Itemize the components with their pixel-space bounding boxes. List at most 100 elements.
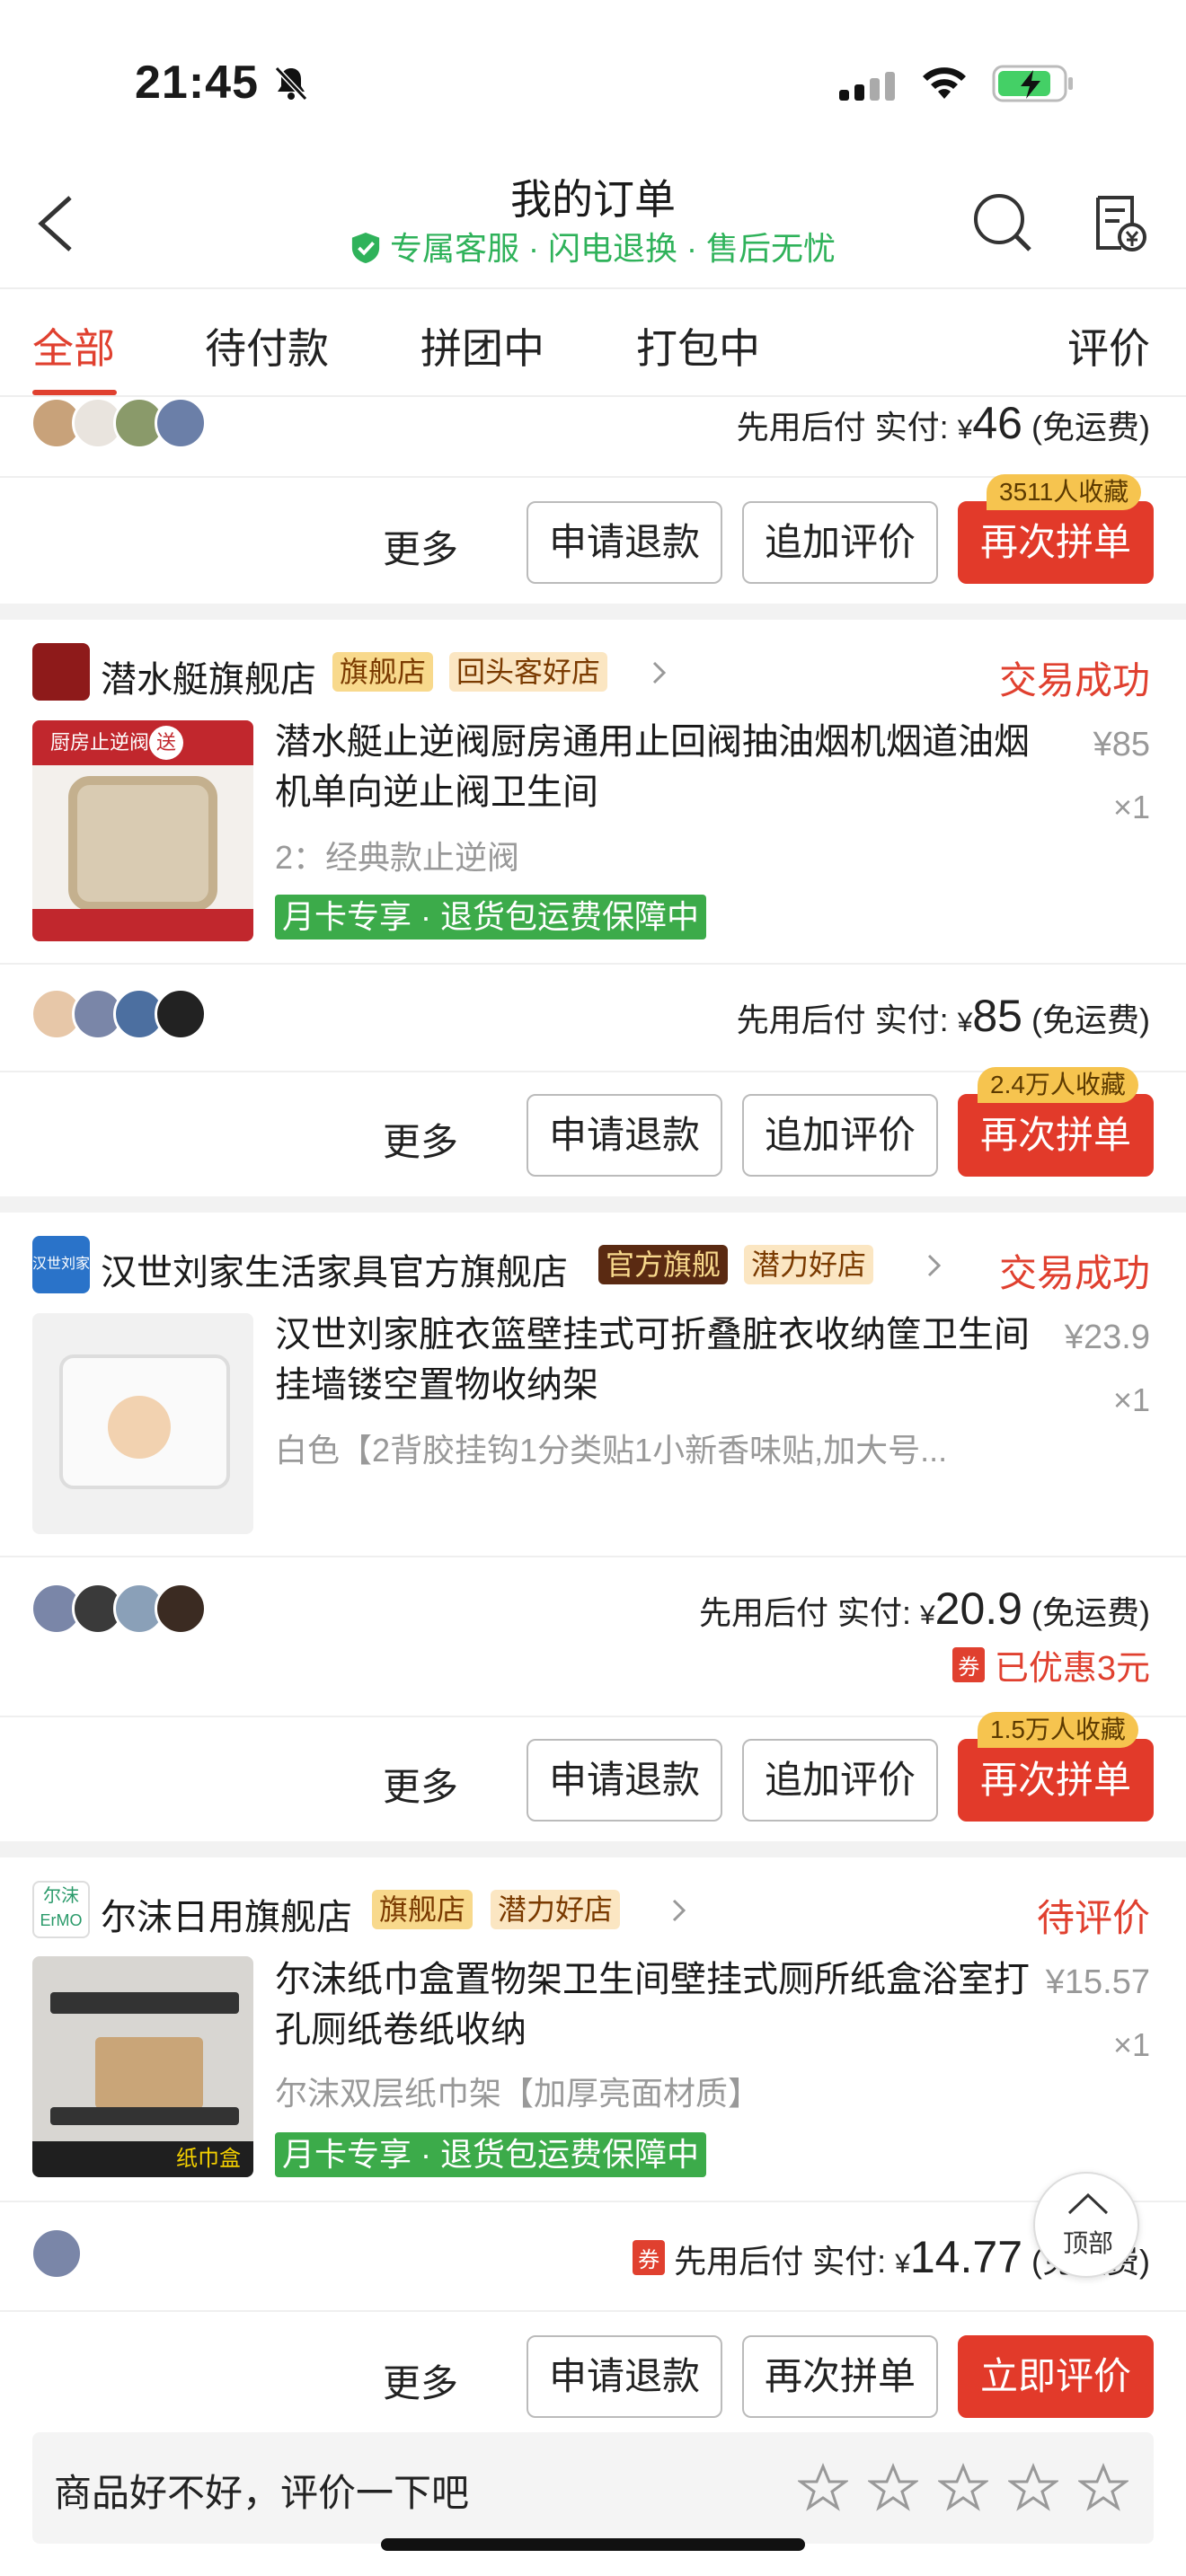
reorder-button[interactable]: 再次拼单 — [958, 501, 1154, 584]
store-name[interactable]: 潜水艇旗舰店 — [101, 650, 316, 702]
product-price: ¥85 — [1093, 726, 1150, 763]
product-price: ¥15.57 — [1045, 1963, 1150, 2001]
discount-note: 券 已优惠3元 — [952, 1640, 1150, 1689]
top-button-label: 顶部 — [1062, 2229, 1113, 2257]
product-variant: 尔沫双层纸巾架【加厚亮面材质】 — [275, 2075, 761, 2112]
shipping-note: (免运费) — [1031, 409, 1150, 446]
star-icon-4[interactable] — [1008, 2463, 1058, 2513]
thumb-footer: 纸巾盒 — [32, 2141, 253, 2177]
pay-label: 先用后付 实付: — [736, 409, 958, 446]
product-title[interactable]: 尔沫纸巾盒置物架卫生间壁挂式厕所纸盒浴室打孔厕纸卷纸收纳 — [275, 1954, 1030, 2055]
star-icon-2[interactable] — [868, 2463, 918, 2513]
store-name[interactable]: 尔沫日用旗舰店 — [101, 1888, 352, 1940]
pay-label: 先用后付 实付: — [698, 1594, 920, 1631]
refund-button[interactable]: 申请退款 — [527, 1094, 722, 1177]
tab-review[interactable]: 评价 — [1067, 316, 1150, 375]
order-separator — [0, 604, 1186, 620]
star-icon-5[interactable] — [1078, 2463, 1128, 2513]
pay-amount: 46 — [972, 398, 1022, 448]
add-review-button[interactable]: 追加评价 — [742, 1739, 938, 1822]
discount-text: 已优惠3元 — [994, 1650, 1150, 1688]
store-logo[interactable] — [32, 643, 90, 701]
payment-summary: 先用后付 实付: ¥20.9 (免运费) — [699, 1583, 1150, 1635]
order-separator — [0, 1196, 1186, 1213]
bill-icon[interactable] — [1091, 194, 1148, 253]
review-now-button[interactable]: 立即评价 — [958, 2335, 1154, 2418]
shelf-bottom — [50, 2107, 239, 2125]
reorder-button[interactable]: 再次拼单 — [742, 2335, 938, 2418]
tab-all[interactable]: 全部 — [32, 316, 115, 375]
valve-image — [68, 776, 217, 911]
refund-button[interactable]: 申请退款 — [527, 2335, 722, 2418]
pay-label: 先用后付 实付: — [674, 2243, 896, 2280]
product-quantity: ×1 — [1112, 1381, 1150, 1418]
avatar — [155, 397, 207, 449]
reorder-button[interactable]: 再次拼单 — [958, 1094, 1154, 1177]
status-time: 21:45 — [135, 57, 259, 109]
tab-group-buying[interactable]: 拼团中 — [420, 316, 544, 375]
more-button[interactable]: 更多 — [383, 519, 458, 574]
scroll-to-top-button[interactable]: 顶部 — [1033, 2172, 1139, 2278]
more-button[interactable]: 更多 — [383, 2353, 458, 2408]
flagship-badge: 旗舰店 — [372, 1890, 474, 1929]
divider — [0, 963, 1186, 965]
shipping-note: (免运费) — [1031, 1001, 1150, 1038]
buyer-avatars — [31, 2228, 88, 2285]
refund-button[interactable]: 申请退款 — [527, 501, 722, 584]
reorder-button[interactable]: 再次拼单 — [958, 1739, 1154, 1822]
shield-check-icon — [351, 233, 380, 263]
tab-packing[interactable]: 打包中 — [636, 316, 760, 375]
product-thumbnail[interactable]: 厨房止逆阀 送 — [32, 720, 253, 941]
avatar — [155, 1583, 207, 1635]
product-thumbnail[interactable] — [32, 1313, 253, 1534]
shipping-note: (免运费) — [1031, 1594, 1150, 1631]
chevron-up-icon — [1067, 2192, 1109, 2215]
store-logo[interactable]: 汉世刘家 — [32, 1236, 90, 1293]
order-status: 待评价 — [1036, 1897, 1150, 1939]
star-icon-1[interactable] — [798, 2463, 848, 2513]
more-button[interactable]: 更多 — [383, 1112, 458, 1167]
product-thumbnail[interactable]: 纸巾盒 — [32, 1956, 253, 2177]
pay-label: 先用后付 实付: — [736, 1001, 958, 1038]
add-review-button[interactable]: 追加评价 — [742, 1094, 938, 1177]
star-icon-3[interactable] — [938, 2463, 988, 2513]
store-tag-badge: 潜力好店 — [744, 1245, 874, 1284]
product-title[interactable]: 汉世刘家脏衣篮壁挂式可折叠脏衣收纳筐卫生间挂墙镂空置物收纳架 — [275, 1310, 1030, 1410]
official-flagship-badge: 官方旗舰 — [598, 1245, 729, 1284]
store-tag-badge: 回头客好店 — [449, 652, 608, 692]
currency: ¥ — [957, 1008, 973, 1037]
store-name[interactable]: 汉世刘家生活家具官方旗舰店 — [101, 1243, 568, 1295]
store-logo[interactable]: 尔沫 ErMO — [32, 1881, 90, 1938]
tab-pending-payment[interactable]: 待付款 — [205, 316, 329, 375]
add-review-button[interactable]: 追加评价 — [742, 501, 938, 584]
wifi-icon — [923, 67, 966, 99]
product-title[interactable]: 潜水艇止逆阀厨房通用止回阀抽油烟机烟道油烟机单向逆止阀卫生间 — [275, 717, 1030, 817]
coupon-icon: 券 — [952, 1647, 986, 1682]
thumb-banner: 厨房止逆阀 — [32, 720, 253, 765]
favorites-count-badge: 1.5万人收藏 — [978, 1712, 1138, 1748]
refund-button[interactable]: 申请退款 — [527, 1739, 722, 1822]
product-price: ¥23.9 — [1064, 1319, 1150, 1356]
currency: ¥ — [919, 1601, 935, 1630]
rating-prompt-bar: 商品好不好，评价一下吧 — [32, 2432, 1154, 2544]
pay-amount: 20.9 — [934, 1584, 1022, 1634]
payment-summary: 先用后付 实付: ¥85 (免运费) — [737, 990, 1150, 1042]
tissue-box — [95, 2037, 203, 2109]
order-tabs: 全部 待付款 拼团中 打包中 评价 — [0, 287, 1186, 397]
gift-badge: 送 — [149, 726, 183, 760]
currency: ¥ — [957, 415, 973, 445]
avatar — [31, 2228, 83, 2280]
bell-muted-icon — [274, 66, 308, 101]
pay-amount: 85 — [972, 991, 1022, 1041]
product-quantity: ×1 — [1112, 2026, 1150, 2063]
home-indicator[interactable] — [381, 2538, 805, 2551]
battery-charging-icon — [992, 65, 1073, 102]
favorites-count-badge: 3511人收藏 — [987, 474, 1142, 510]
more-button[interactable]: 更多 — [383, 1757, 458, 1812]
service-subtitle-text: 专属客服 · 闪电退换 · 售后无忧 — [390, 230, 836, 267]
promo-badge: 月卡专享 · 退货包运费保障中 — [275, 2132, 706, 2177]
search-icon[interactable] — [970, 190, 1037, 257]
payment-summary: 先用后付 实付: ¥46 (免运费) — [737, 397, 1150, 449]
favorites-count-badge: 2.4万人收藏 — [978, 1067, 1138, 1103]
buyer-avatars — [31, 397, 228, 454]
